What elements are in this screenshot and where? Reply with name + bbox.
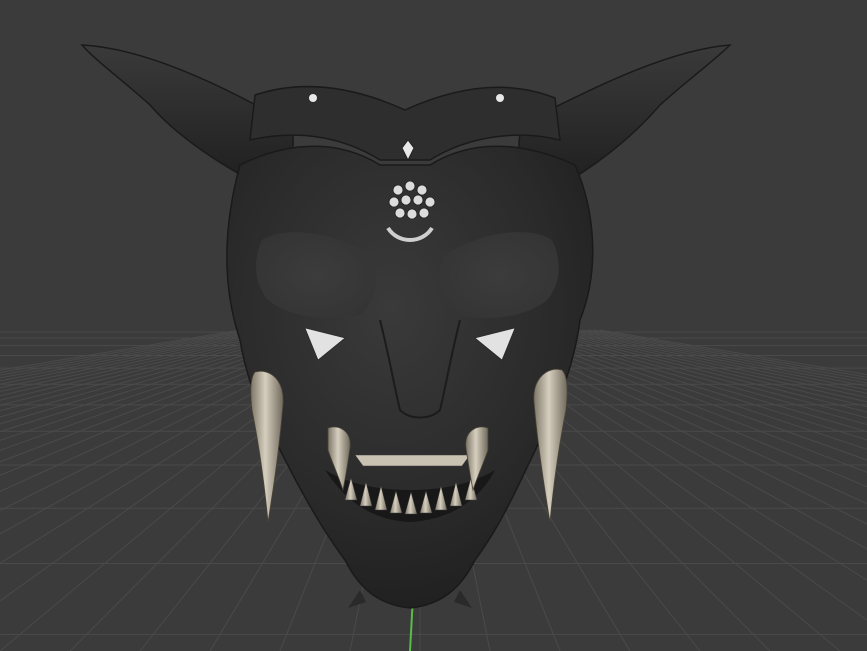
mask-model[interactable] — [80, 44, 732, 609]
grid-line — [0, 329, 253, 376]
grid-line — [0, 329, 241, 371]
grid-line — [545, 329, 867, 408]
3d-viewport[interactable] — [0, 0, 867, 651]
grid-line — [521, 329, 867, 433]
grid-line — [527, 329, 867, 425]
upper-teeth — [354, 454, 471, 467]
grid-line — [557, 329, 867, 398]
viewport-canvas — [0, 44, 867, 651]
grid-line — [515, 329, 867, 441]
grid-line — [569, 329, 867, 391]
grid-line — [551, 329, 867, 403]
grid-line — [539, 329, 867, 413]
left-chin-tusk — [348, 590, 366, 608]
left-outer-fang — [250, 370, 284, 523]
right-chin-tusk — [454, 590, 472, 608]
grid-line — [0, 329, 259, 379]
